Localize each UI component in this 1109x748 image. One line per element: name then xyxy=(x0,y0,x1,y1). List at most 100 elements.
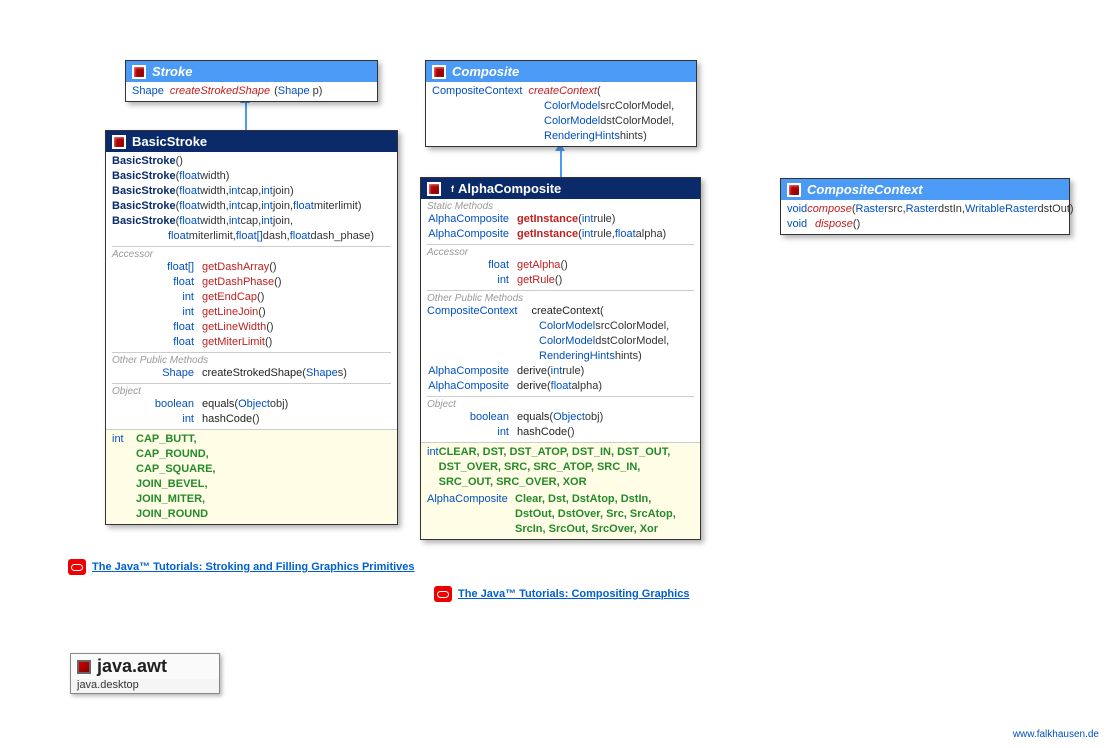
class-composite: Composite CompositeContextcreateContext … xyxy=(425,60,697,147)
other-row: ColorModel srcColorModel, xyxy=(427,319,694,334)
connector-stroke-basicstroke xyxy=(245,100,247,130)
alphacomposite-header: f AlphaComposite xyxy=(421,178,700,199)
accessor-label: Accessor xyxy=(112,249,391,260)
accessor-row: floatgetLineWidth () xyxy=(112,320,391,335)
stroke-header: Stroke xyxy=(126,61,377,82)
package-icon xyxy=(77,660,91,674)
static-row: AlphaCompositegetInstance (int rule, flo… xyxy=(427,227,694,242)
ctor-row: BasicStroke () xyxy=(112,154,391,169)
const-row: intCAP_BUTT, xyxy=(112,432,391,447)
accessor-row: intgetLineJoin () xyxy=(112,305,391,320)
interface-icon xyxy=(132,65,146,79)
other-row: AlphaCompositederive (float alpha) xyxy=(427,379,694,394)
accessor-row: floatgetMiterLimit () xyxy=(112,335,391,350)
composite-row: ColorModel dstColorModel, xyxy=(432,114,690,129)
connector-composite-alpha xyxy=(560,148,562,178)
composite-row: RenderingHints hints) xyxy=(432,129,690,144)
const-row: JOIN_MITER, xyxy=(112,492,391,507)
stroke-title: Stroke xyxy=(152,64,192,79)
alphacomposite-constants: int CLEAR, DST, DST_ATOP, DST_IN, DST_OU… xyxy=(421,442,700,539)
ctor-row-cont: float miterlimit, float[] dash, float da… xyxy=(112,229,391,244)
oracle-icon xyxy=(68,559,86,575)
class-icon xyxy=(112,135,126,149)
footer-link[interactable]: www.falkhausen.de xyxy=(1013,729,1099,740)
basicstroke-title: BasicStroke xyxy=(132,134,207,149)
stroke-body: Shape createStrokedShape (Shape p) xyxy=(126,82,377,101)
other-row: ColorModel dstColorModel, xyxy=(427,334,694,349)
interface-icon xyxy=(787,183,801,197)
stroke-method-params: (Shape p) xyxy=(274,84,322,99)
composite-body: CompositeContextcreateContext ( ColorMod… xyxy=(426,82,696,146)
section-other: Other Public Methods CompositeContextcre… xyxy=(427,290,694,394)
accessor-row: intgetEndCap () xyxy=(112,290,391,305)
basicstroke-header: BasicStroke xyxy=(106,131,397,152)
section-accessor: Accessor floatgetAlpha () intgetRule () xyxy=(427,244,694,288)
compositecontext-title: CompositeContext xyxy=(807,182,923,197)
ctor-row: BasicStroke (float width, int cap, int j… xyxy=(112,184,391,199)
stroke-method-name: createStrokedShape xyxy=(170,84,270,99)
compose-row: voidcompose (Raster src, Raster dstIn, W… xyxy=(787,202,1063,217)
section-object: Object booleanequals (Object obj) inthas… xyxy=(427,396,694,440)
object-label: Object xyxy=(427,399,694,410)
accessor-label: Accessor xyxy=(427,247,694,258)
class-stroke: Stroke Shape createStrokedShape (Shape p… xyxy=(125,60,378,102)
package-module: java.desktop xyxy=(71,679,219,693)
const-row: CAP_SQUARE, xyxy=(112,462,391,477)
stroke-method-ret: Shape xyxy=(132,84,164,99)
class-basicstroke: BasicStroke BasicStroke () BasicStroke (… xyxy=(105,130,398,525)
package-box: java.awt java.desktop xyxy=(70,653,220,694)
const-row: JOIN_ROUND xyxy=(112,507,391,522)
int-const-row: int CLEAR, DST, DST_ATOP, DST_IN, DST_OU… xyxy=(427,445,694,490)
section-accessor: Accessor float[]getDashArray () floatget… xyxy=(112,246,391,350)
other-row: AlphaCompositederive (int rule) xyxy=(427,364,694,379)
accessor-row: floatgetDashPhase () xyxy=(112,275,391,290)
other-row: RenderingHints hints) xyxy=(427,349,694,364)
compositecontext-body: voidcompose (Raster src, Raster dstIn, W… xyxy=(781,200,1069,234)
oracle-icon xyxy=(434,586,452,602)
alphacomposite-title: AlphaComposite xyxy=(458,181,561,196)
composite-row: ColorModel srcColorModel, xyxy=(432,99,690,114)
link-composite-text[interactable]: The Java™ Tutorials: Compositing Graphic… xyxy=(458,588,689,600)
alphacomposite-body: Static Methods AlphaCompositegetInstance… xyxy=(421,199,700,442)
equals-row: booleanequals (Object obj) xyxy=(112,397,391,412)
package-header: java.awt xyxy=(71,654,219,679)
other-row: CompositeContextcreateContext ( xyxy=(427,304,694,319)
const-row: JOIN_BEVEL, xyxy=(112,477,391,492)
link-stroke-text[interactable]: The Java™ Tutorials: Stroking and Fillin… xyxy=(92,561,415,573)
section-other: Other Public Methods ShapecreateStrokedS… xyxy=(112,352,391,381)
compositecontext-header: CompositeContext xyxy=(781,179,1069,200)
static-row: AlphaCompositegetInstance (int rule) xyxy=(427,212,694,227)
composite-header: Composite xyxy=(426,61,696,82)
obj-const-row: AlphaComposite Clear, Dst, DstAtop, DstI… xyxy=(427,492,694,537)
other-label: Other Public Methods xyxy=(427,293,694,304)
class-alphacomposite: f AlphaComposite Static Methods AlphaCom… xyxy=(420,177,701,540)
accessor-row: intgetRule () xyxy=(427,273,694,288)
composite-title: Composite xyxy=(452,64,519,79)
basicstroke-constants: intCAP_BUTT, CAP_ROUND, CAP_SQUARE, JOIN… xyxy=(106,429,397,524)
other-row: ShapecreateStrokedShape (Shape s) xyxy=(112,366,391,381)
object-label: Object xyxy=(112,386,391,397)
static-label: Static Methods xyxy=(427,201,694,212)
package-name: java.awt xyxy=(97,656,167,677)
const-row: CAP_ROUND, xyxy=(112,447,391,462)
hash-row: inthashCode () xyxy=(112,412,391,427)
composite-row: CompositeContextcreateContext ( xyxy=(432,84,690,99)
ctor-row: BasicStroke (float width, int cap, int j… xyxy=(112,199,391,214)
tutorial-link-composite[interactable]: The Java™ Tutorials: Compositing Graphic… xyxy=(434,586,689,602)
accessor-row: floatgetAlpha () xyxy=(427,258,694,273)
stroke-method-row: Shape createStrokedShape (Shape p) xyxy=(132,84,371,99)
equals-row: booleanequals (Object obj) xyxy=(427,410,694,425)
other-label: Other Public Methods xyxy=(112,355,391,366)
interface-icon xyxy=(432,65,446,79)
basicstroke-body: BasicStroke () BasicStroke (float width)… xyxy=(106,152,397,429)
dispose-row: voiddispose () xyxy=(787,217,1063,232)
tutorial-link-stroke[interactable]: The Java™ Tutorials: Stroking and Fillin… xyxy=(68,559,415,575)
class-icon xyxy=(427,182,441,196)
ctor-row: BasicStroke (float width) xyxy=(112,169,391,184)
section-object: Object booleanequals (Object obj) inthas… xyxy=(112,383,391,427)
hash-row: inthashCode () xyxy=(427,425,694,440)
accessor-row: float[]getDashArray () xyxy=(112,260,391,275)
ctor-row: BasicStroke (float width, int cap, int j… xyxy=(112,214,391,229)
final-marker: f xyxy=(451,184,454,194)
class-compositecontext: CompositeContext voidcompose (Raster src… xyxy=(780,178,1070,235)
